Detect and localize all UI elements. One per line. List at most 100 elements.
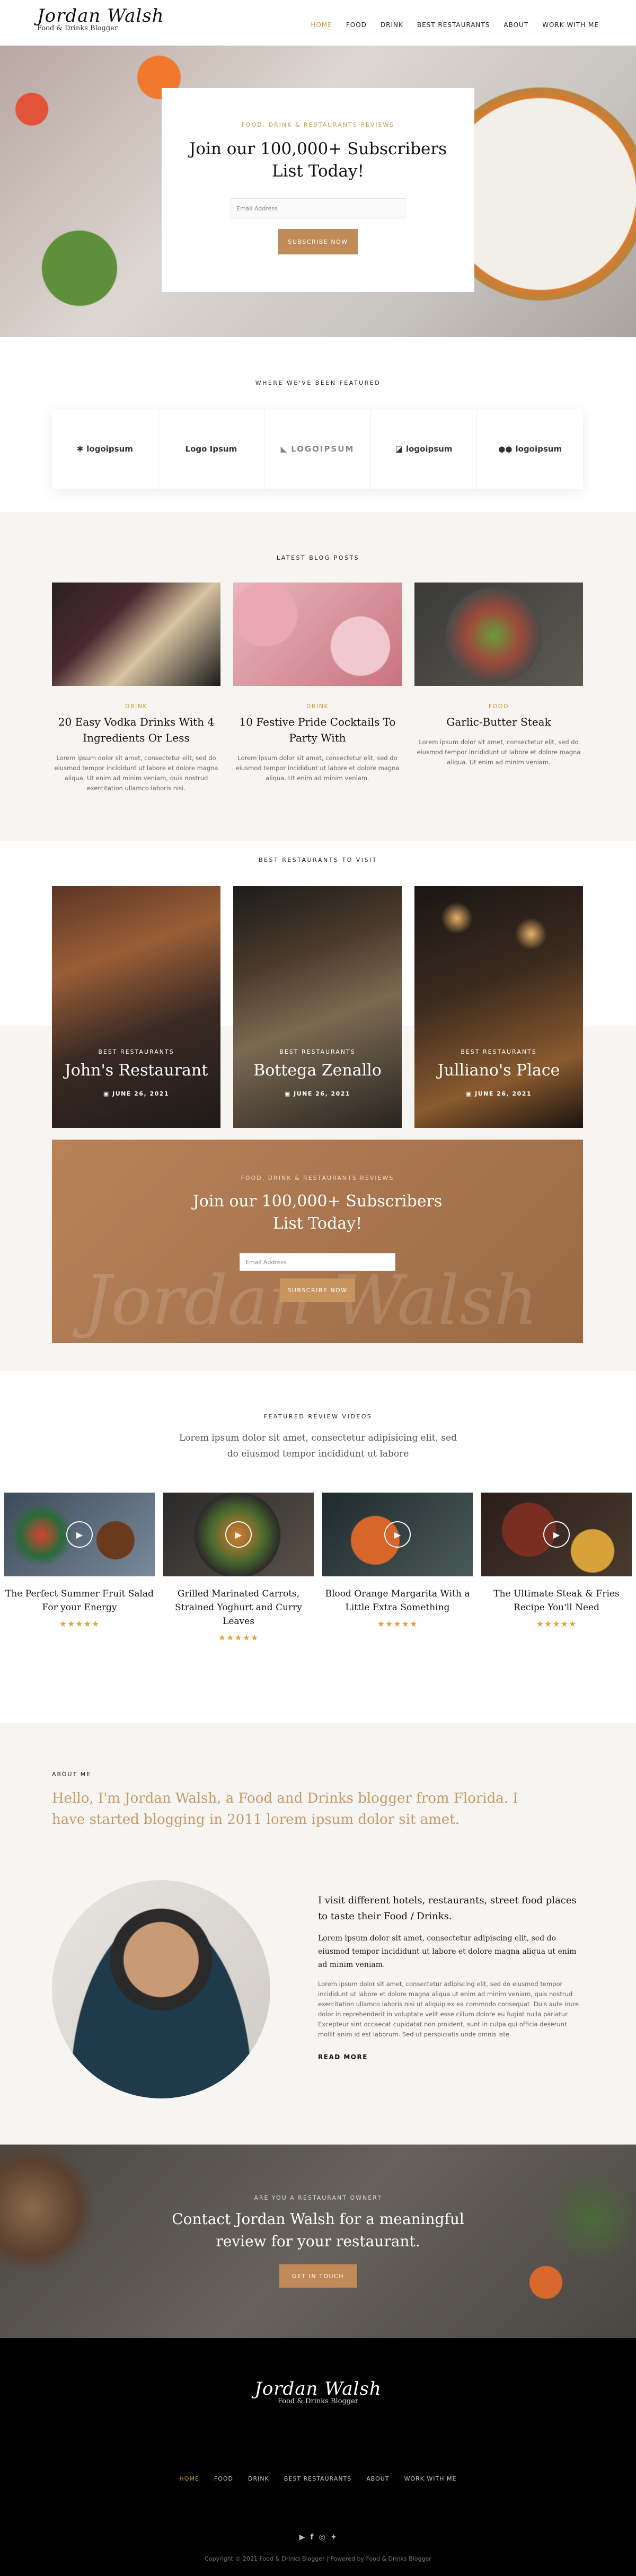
footer-logo-name: Jordan Walsh	[254, 2378, 382, 2399]
main-nav: HOME FOOD DRINK BEST RESTAURANTS ABOUT WORK W…	[297, 19, 599, 29]
post-title[interactable]: 20 Easy Vodka Drinks With 4 Ingredients …	[52, 714, 220, 746]
subscribe-banner: Jordan Walsh FOOD, DRINK & RESTAURANTS R…	[52, 1140, 583, 1343]
get-in-touch-button[interactable]: GET IN TOUCH	[279, 2264, 357, 2288]
author-photo	[52, 1880, 270, 2098]
video-title[interactable]: Grilled Marinated Carrots, Strained Yogh…	[163, 1587, 314, 1628]
video-thumbnail[interactable]: ▶	[322, 1493, 473, 1576]
restaurant-card[interactable]: BEST RESTAURANTS Julliano's Place ▣ JUNE…	[414, 886, 583, 1128]
restaurant-name[interactable]: John's Restaurant	[52, 1061, 220, 1080]
nav-about[interactable]: ABOUT	[504, 21, 528, 29]
video-thumbnail[interactable]: ▶	[481, 1493, 632, 1576]
about-paragraph: Lorem ipsum dolor sit amet, consectetur …	[318, 1980, 579, 2038]
featured-logo: Logo Ipsum	[158, 409, 265, 489]
footer-nav-food[interactable]: FOOD	[214, 2475, 233, 2482]
featured-logos: ✱ logoipsum Logo Ipsum ◣ LOGOIPSUM ◪ logoip…	[52, 409, 583, 489]
post-title[interactable]: Garlic-Butter Steak	[414, 714, 583, 730]
footer-nav-about[interactable]: ABOUT	[366, 2475, 389, 2482]
about-section: ABOUT ME Hello, I'm Jordan Walsh, a Food…	[0, 1723, 636, 2145]
video-item[interactable]: ▶ Grilled Marinated Carrots, Strained Yo…	[163, 1493, 314, 1643]
read-more-link[interactable]: READ MORE	[318, 2053, 583, 2061]
videos-title: FEATURED REVIEW VIDEOS	[263, 1413, 373, 1420]
play-icon[interactable]: ▶	[543, 1521, 570, 1548]
nav-drink[interactable]: DRINK	[381, 21, 403, 29]
post-image[interactable]	[52, 583, 220, 686]
footer-logo[interactable]: Jordan Walsh Food & Drinks Blogger	[0, 2378, 636, 2405]
nav-food[interactable]: FOOD	[346, 21, 367, 29]
play-icon[interactable]: ▶	[66, 1521, 93, 1548]
restaurant-card[interactable]: BEST RESTAURANTS John's Restaurant ▣ JUN…	[52, 886, 220, 1128]
restaurant-category: BEST RESTAURANTS	[98, 1048, 174, 1055]
video-title[interactable]: Blood Orange Margarita With a Little Ext…	[322, 1587, 473, 1615]
restaurant-category: BEST RESTAURANTS	[279, 1048, 356, 1055]
hero-email-input[interactable]: Email Address	[231, 198, 405, 218]
blog-title: LATEST BLOG POSTS	[276, 554, 360, 561]
blog-post[interactable]: DRINK 10 Festive Pride Cocktails To Part…	[233, 583, 402, 783]
cta-section: ARE YOU A RESTAURANT OWNER? Contact Jord…	[0, 2145, 636, 2338]
about-overline: ABOUT ME	[52, 1771, 92, 1778]
footer-nav-work-with-me[interactable]: WORK WITH ME	[404, 2475, 457, 2482]
cta-overline: ARE YOU A RESTAURANT OWNER?	[254, 2194, 382, 2201]
calendar-icon: ▣	[284, 1090, 294, 1097]
calendar-icon: ▣	[465, 1090, 475, 1097]
videos-intro-line2: do eiusmod tempor incididunt ut labore	[227, 1449, 409, 1459]
video-item[interactable]: ▶ The Perfect Summer Fruit Salad For you…	[4, 1493, 155, 1629]
hero-section: FOOD, DRINK & RESTAURANTS REVIEWS Join o…	[0, 46, 636, 337]
about-heading-line1: Hello, I'm Jordan Walsh, a Food and Drin…	[52, 1790, 518, 1806]
copyright: Copyright © 2021 Food & Drinks Blogger |…	[205, 2555, 431, 2562]
video-item[interactable]: ▶ The Ultimate Steak & Fries Recipe You'…	[481, 1493, 632, 1629]
video-title[interactable]: The Ultimate Steak & Fries Recipe You'll…	[481, 1587, 632, 1615]
hero-subscribe-button[interactable]: SUBSCRIBE NOW	[278, 229, 358, 254]
footer-nav-drink[interactable]: DRINK	[248, 2475, 269, 2482]
restaurants-section: BEST RESTAURANTS TO VISIT BEST RESTAURAN…	[0, 841, 636, 1371]
restaurant-name[interactable]: Julliano's Place	[414, 1061, 583, 1080]
nav-work-with-me[interactable]: WORK WITH ME	[542, 21, 599, 29]
featured-title: WHERE WE'VE BEEN FEATURED	[255, 380, 381, 386]
hero-subscribe-card: FOOD, DRINK & RESTAURANTS REVIEWS Join o…	[162, 88, 474, 292]
instagram-icon[interactable]: ◎	[319, 2533, 325, 2542]
videos-section: FEATURED REVIEW VIDEOS Lorem ipsum dolor…	[0, 1371, 636, 1723]
subscribe-button[interactable]: SUBSCRIBE NOW	[280, 1278, 355, 1302]
subscribe-title-line1: Join our 100,000+ Subscribers	[192, 1192, 443, 1211]
featured-logo: ◪ logoipsum	[371, 409, 478, 489]
featured-logo: ◣ LOGOIPSUM	[264, 409, 371, 489]
blog-post[interactable]: DRINK 20 Easy Vodka Drinks With 4 Ingred…	[52, 583, 220, 793]
star-rating: ★★★★★	[59, 1619, 100, 1629]
post-image[interactable]	[233, 583, 402, 686]
subscribe-email-input[interactable]: Email Address	[240, 1253, 395, 1271]
video-item[interactable]: ▶ Blood Orange Margarita With a Little E…	[322, 1493, 473, 1629]
post-excerpt: Lorem ipsum dolor sit amet, consectetur …	[417, 738, 581, 766]
featured-logo: ●● logoipsum	[498, 444, 562, 454]
blog-section: LATEST BLOG POSTS DRINK 20 Easy Vodka Dr…	[0, 512, 636, 841]
hero-title-line2: List Today!	[272, 162, 364, 181]
post-excerpt: Lorem ipsum dolor sit amet, consectetur …	[54, 754, 218, 792]
footer-logo-tagline: Food & Drinks Blogger	[277, 2397, 359, 2405]
post-category[interactable]: DRINK	[52, 703, 220, 710]
video-title[interactable]: The Perfect Summer Fruit Salad For your …	[4, 1587, 155, 1615]
nav-best-restaurants[interactable]: BEST RESTAURANTS	[417, 21, 490, 29]
play-icon[interactable]: ▶	[384, 1521, 411, 1548]
star-rating: ★★★★★	[218, 1633, 259, 1643]
video-thumbnail[interactable]: ▶	[163, 1493, 314, 1576]
facebook-icon[interactable]: f	[310, 2533, 313, 2542]
site-footer: Jordan Walsh Food & Drinks Blogger HOME F…	[0, 2338, 636, 2576]
youtube-icon[interactable]: ▶	[299, 2533, 305, 2542]
post-title[interactable]: 10 Festive Pride Cocktails To Party With	[233, 714, 402, 746]
post-category[interactable]: FOOD	[414, 703, 583, 710]
footer-nav-home[interactable]: HOME	[180, 2475, 199, 2482]
restaurant-name[interactable]: Bottega Zenallo	[233, 1061, 402, 1080]
footer-nav-best-restaurants[interactable]: BEST RESTAURANTS	[284, 2475, 351, 2482]
twitter-icon[interactable]: ✦	[331, 2533, 337, 2542]
featured-logo: ✱ logoipsum	[52, 409, 158, 489]
post-image[interactable]	[414, 583, 583, 686]
about-lead: I visit different hotels, restaurants, s…	[318, 1895, 577, 1922]
video-thumbnail[interactable]: ▶	[4, 1493, 155, 1576]
nav-home[interactable]: HOME	[311, 21, 332, 29]
subscribe-title-line2: List Today!	[272, 1214, 363, 1233]
post-category[interactable]: DRINK	[233, 703, 402, 710]
blog-post[interactable]: FOOD Garlic-Butter Steak Lorem ipsum dol…	[414, 583, 583, 767]
play-icon[interactable]: ▶	[225, 1521, 252, 1548]
restaurant-date: JUNE 26, 2021	[112, 1090, 170, 1097]
restaurant-date: JUNE 26, 2021	[475, 1090, 532, 1097]
site-logo[interactable]: Jordan Walsh Food & Drinks Blogger	[37, 5, 164, 32]
restaurant-card[interactable]: BEST RESTAURANTS Bottega Zenallo ▣ JUNE …	[233, 886, 402, 1128]
